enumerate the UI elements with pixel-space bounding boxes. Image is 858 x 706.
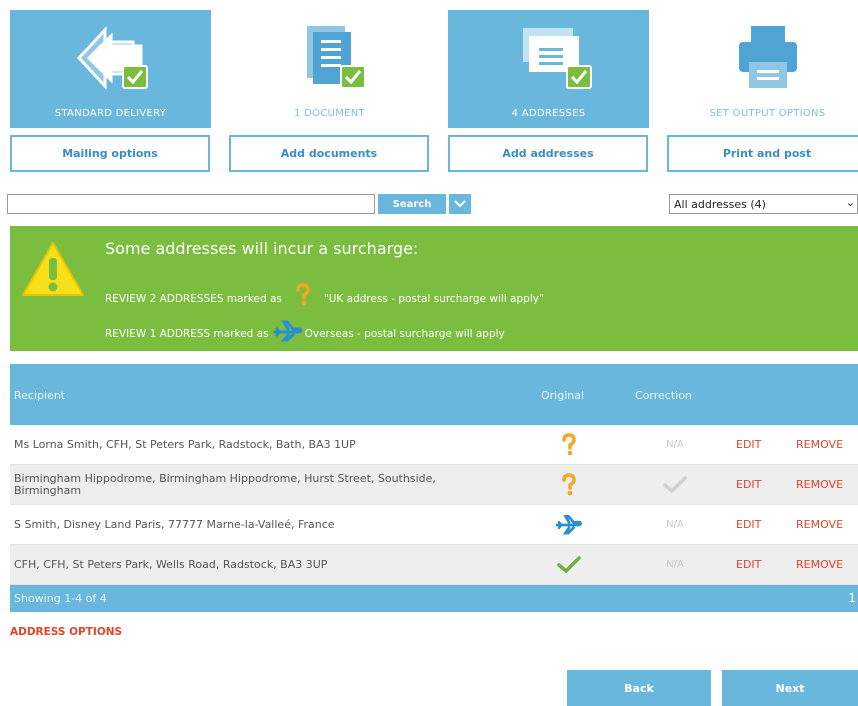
- next-button[interactable]: Next: [722, 670, 858, 706]
- banner-line2-prefix: REVIEW 1 ADDRESS marked as: [105, 328, 269, 340]
- printer-icon: [738, 26, 797, 88]
- delivery-arrows-icon: [76, 26, 148, 90]
- recipient-cell: Ms Lorna Smith, CFH, St Peters Park, Rad…: [14, 437, 356, 451]
- header-correction: Correction: [635, 389, 692, 402]
- back-button[interactable]: Back: [567, 670, 711, 706]
- pagination-summary: Showing 1-4 of 4: [14, 592, 107, 605]
- recipient-cell: Birmingham Hippodrome, Birmingham Hippod…: [14, 471, 436, 497]
- chevron-down-icon: ⌄: [845, 196, 855, 209]
- banner-line-uk: REVIEW 2 ADDRESSES marked as "UK address…: [105, 282, 544, 316]
- check-icon: [663, 475, 687, 493]
- question-icon: [562, 432, 576, 455]
- banner-line2-suffix: Overseas - postal surcharge will apply: [304, 328, 505, 340]
- envelopes-icon: [522, 28, 592, 89]
- original-cell: [554, 465, 584, 504]
- warning-icon: [22, 242, 84, 296]
- document-icon: [306, 26, 366, 89]
- remove-link[interactable]: REMOVE: [796, 545, 843, 584]
- table-footer: Showing 1-4 of 4 1: [10, 585, 858, 612]
- step-label: STANDARD DELIVERY: [54, 108, 167, 119]
- correction-cell: [650, 465, 700, 504]
- original-cell: [554, 425, 584, 464]
- address-options-link[interactable]: ADDRESS OPTIONS: [10, 626, 122, 638]
- step-label: 4 ADDRESSES: [511, 108, 586, 119]
- question-icon: [296, 283, 310, 306]
- plane-icon: [555, 514, 582, 535]
- remove-link[interactable]: REMOVE: [796, 505, 843, 544]
- remove-link[interactable]: REMOVE: [796, 465, 843, 504]
- table-row: Birmingham Hippodrome, Birmingham Hippod…: [10, 465, 858, 505]
- header-recipient: Recipient: [14, 389, 66, 402]
- page-number[interactable]: 1: [848, 591, 856, 605]
- banner-title: Some addresses will incur a surcharge:: [105, 239, 419, 258]
- print-and-post-button[interactable]: Print and post: [667, 135, 858, 172]
- mailing-options-button[interactable]: Mailing options: [10, 135, 210, 172]
- add-addresses-button[interactable]: Add addresses: [448, 135, 648, 172]
- edit-link[interactable]: EDIT: [736, 545, 761, 584]
- edit-link[interactable]: EDIT: [736, 425, 761, 464]
- edit-link[interactable]: EDIT: [736, 465, 761, 504]
- step-tile-addresses[interactable]: 4 ADDRESSES: [448, 10, 649, 128]
- correction-cell: N/A: [666, 559, 684, 570]
- step-tile-output[interactable]: SET OUTPUT OPTIONS: [667, 10, 858, 128]
- banner-line1-suffix: "UK address - postal surcharge will appl…: [323, 293, 544, 305]
- table-row: S Smith, Disney Land Paris, 77777 Marne-…: [10, 505, 858, 545]
- address-filter-select[interactable]: All addresses (4) ⌄: [669, 194, 858, 214]
- step-label: SET OUTPUT OPTIONS: [709, 108, 826, 119]
- question-icon: [562, 472, 576, 495]
- step-tile-documents[interactable]: 1 DOCUMENT: [229, 10, 430, 128]
- recipient-cell: CFH, CFH, St Peters Park, Wells Road, Ra…: [14, 557, 328, 571]
- remove-link[interactable]: REMOVE: [796, 425, 843, 464]
- plane-icon: [273, 320, 302, 342]
- filter-selected-value: All addresses (4): [674, 197, 766, 211]
- add-documents-button[interactable]: Add documents: [229, 135, 429, 172]
- edit-link[interactable]: EDIT: [736, 505, 761, 544]
- check-icon: [557, 555, 581, 573]
- recipient-cell: S Smith, Disney Land Paris, 77777 Marne-…: [14, 517, 335, 531]
- correction-cell: N/A: [666, 439, 684, 450]
- step-tile-delivery[interactable]: STANDARD DELIVERY: [10, 10, 211, 128]
- original-cell: [554, 545, 584, 584]
- table-header: Recipient Original Correction: [10, 364, 858, 425]
- surcharge-warning-banner: Some addresses will incur a surcharge: R…: [10, 226, 858, 351]
- correction-cell: N/A: [666, 519, 684, 530]
- banner-line-overseas: REVIEW 1 ADDRESS marked as Overseas - po…: [105, 320, 505, 348]
- banner-line1-prefix: REVIEW 2 ADDRESSES marked as: [105, 293, 282, 305]
- table-row: CFH, CFH, St Peters Park, Wells Road, Ra…: [10, 545, 858, 585]
- search-input[interactable]: [7, 194, 375, 214]
- addresses-table: Recipient Original Correction Ms Lorna S…: [10, 364, 858, 612]
- step-label: 1 DOCUMENT: [294, 108, 365, 119]
- chevron-down-icon: [454, 200, 466, 208]
- table-row: Ms Lorna Smith, CFH, St Peters Park, Rad…: [10, 425, 858, 465]
- search-dropdown-button[interactable]: [449, 194, 471, 214]
- header-original: Original: [541, 389, 585, 402]
- search-button[interactable]: Search: [378, 194, 446, 214]
- original-cell: [554, 505, 584, 544]
